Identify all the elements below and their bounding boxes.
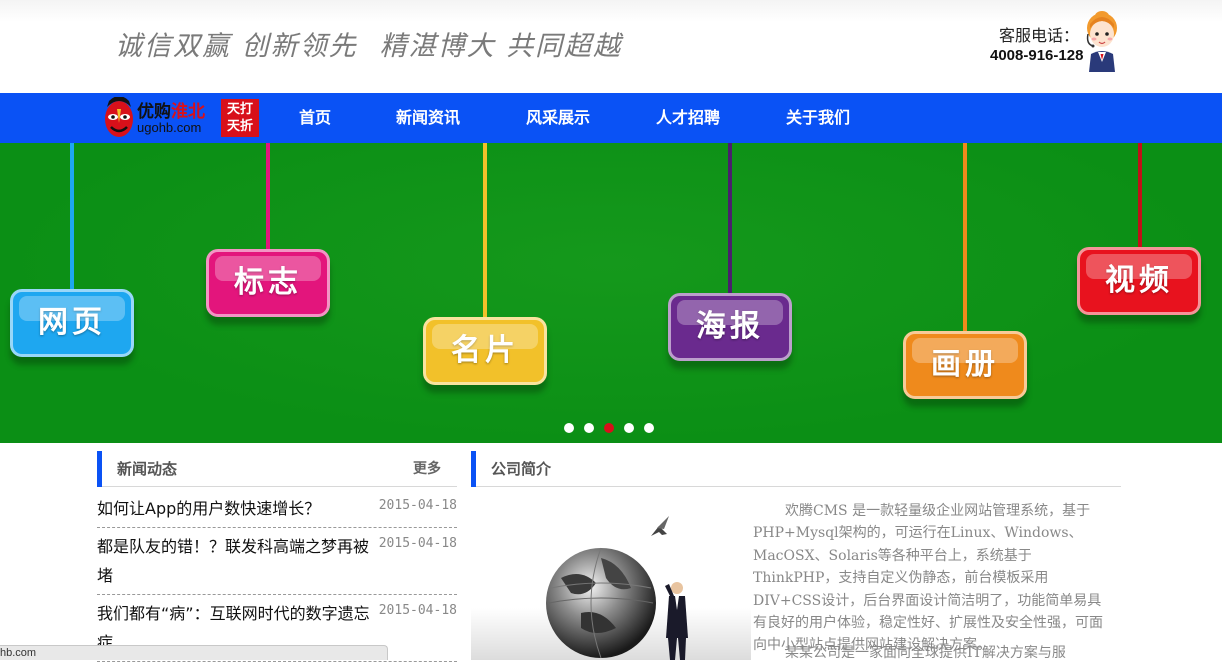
section-accent-bar bbox=[471, 451, 476, 487]
slider-dot-1[interactable] bbox=[564, 423, 574, 433]
slogan-left: 诚信双赢 创新领先 bbox=[115, 31, 358, 62]
slider-dot-2[interactable] bbox=[584, 423, 594, 433]
news-item-title[interactable]: 如何让App的用户数快速增长？ bbox=[97, 494, 373, 523]
opera-mask-icon bbox=[105, 97, 133, 137]
banner-tag-card: 名片 bbox=[423, 317, 547, 385]
banner-string bbox=[1138, 143, 1142, 249]
nav-item-about[interactable]: 关于我们 bbox=[786, 93, 850, 143]
news-item-date: 2015-04-18 bbox=[378, 536, 457, 551]
banner-string bbox=[266, 143, 270, 251]
news-item[interactable]: 都是队友的错！？联发科高端之梦再被堵 2015-04-18 bbox=[97, 528, 457, 595]
hotline-number: 4008-916-128 bbox=[990, 47, 1084, 64]
section-accent-bar bbox=[97, 451, 102, 487]
nav-item-news[interactable]: 新闻资讯 bbox=[396, 93, 460, 143]
logo-name: 优购淮北 bbox=[137, 97, 205, 122]
banner-tag-video: 视频 bbox=[1077, 247, 1201, 315]
site-header: 诚信双赢 创新领先 精湛博大 共同超越 客服电话： 4008-916-128 bbox=[0, 0, 1222, 93]
browser-status-bar: hb.com bbox=[0, 645, 388, 660]
banner-string bbox=[483, 143, 487, 319]
banner-tag-poster: 海报 bbox=[668, 293, 792, 361]
about-paragraph-2: 某某公司是一家面向全球提供IT解决方案与服 bbox=[785, 645, 1066, 661]
logo-badge-line1: 天打 bbox=[226, 102, 253, 117]
news-item-date: 2015-04-18 bbox=[378, 603, 457, 618]
logo-badge: 天打 天折 bbox=[221, 99, 259, 137]
news-section-title: 新闻动态 bbox=[117, 460, 178, 478]
about-section-header: 公司简介 bbox=[471, 451, 1121, 487]
banner-tag-logo: 标志 bbox=[206, 249, 330, 317]
news-item[interactable]: 如何让App的用户数快速增长？ 2015-04-18 bbox=[97, 490, 457, 528]
main-nav: 优购淮北 ugohb.com 天打 天折 首页 新闻资讯 风采展示 人才招聘 关… bbox=[0, 93, 1222, 143]
about-globe-businessman-image bbox=[471, 498, 751, 660]
about-paragraph-1: 欢腾CMS 是一款轻量级企业网站管理系统，基于PHP+Mysql架构的，可运行在… bbox=[753, 503, 1103, 654]
header-slogan: 诚信双赢 创新领先 精湛博大 共同超越 bbox=[115, 24, 622, 63]
logo-name-black: 优购 bbox=[137, 102, 171, 122]
banner-string bbox=[963, 143, 967, 333]
slider-dot-3-active[interactable] bbox=[604, 423, 614, 433]
news-list: 如何让App的用户数快速增长？ 2015-04-18 都是队友的错！？联发科高端… bbox=[97, 490, 457, 662]
about-section-title: 公司简介 bbox=[491, 460, 552, 478]
site-logo[interactable]: 优购淮北 ugohb.com 天打 天折 bbox=[103, 97, 259, 139]
news-item-date: 2015-04-18 bbox=[378, 498, 457, 513]
logo-badge-line2: 天折 bbox=[226, 119, 253, 134]
news-more-link[interactable]: 更多 bbox=[413, 451, 441, 487]
banner-string bbox=[728, 143, 732, 295]
banner-tag-webpage: 网页 bbox=[10, 289, 134, 357]
slider-dot-4[interactable] bbox=[624, 423, 634, 433]
nav-item-home[interactable]: 首页 bbox=[299, 93, 331, 143]
logo-url: ugohb.com bbox=[137, 120, 202, 135]
hotline-label: 客服电话： bbox=[999, 26, 1080, 45]
logo-name-red: 淮北 bbox=[171, 102, 205, 122]
nav-item-jobs[interactable]: 人才招聘 bbox=[656, 93, 720, 143]
news-section-header: 新闻动态 更多 bbox=[97, 451, 457, 487]
slogan-right: 精湛博大 共同超越 bbox=[379, 31, 623, 62]
nav-item-showcase[interactable]: 风采展示 bbox=[526, 93, 590, 143]
banner-tag-brochure: 画册 bbox=[903, 331, 1027, 399]
banner-string bbox=[70, 143, 74, 291]
slider-dot-5[interactable] bbox=[644, 423, 654, 433]
hero-banner[interactable]: 网页 标志 名片 海报 画册 视频 bbox=[0, 143, 1222, 443]
news-item-title[interactable]: 都是队友的错！？联发科高端之梦再被堵 bbox=[97, 532, 373, 590]
customer-service-girl-icon bbox=[1086, 11, 1117, 72]
